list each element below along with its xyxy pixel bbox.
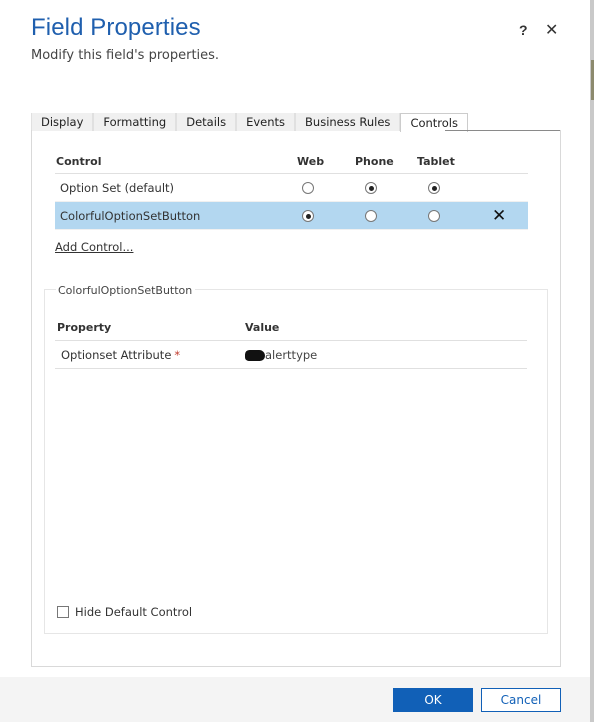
control-name: ColorfulOptionSetButton xyxy=(60,209,201,223)
help-icon[interactable]: ? xyxy=(519,22,528,38)
close-icon[interactable]: ✕ xyxy=(545,20,558,39)
control-name: Option Set (default) xyxy=(60,181,175,195)
header-phone: Phone xyxy=(355,155,394,168)
delete-control-icon[interactable]: ✕ xyxy=(492,206,506,226)
header-tablet: Tablet xyxy=(417,155,455,168)
cancel-button[interactable]: Cancel xyxy=(481,688,561,712)
hide-default-control-checkbox[interactable] xyxy=(57,606,69,618)
hide-default-control-option[interactable]: Hide Default Control xyxy=(57,605,192,619)
ok-button[interactable]: OK xyxy=(393,688,473,712)
property-value[interactable]: alerttype xyxy=(245,348,317,362)
property-value-text: alerttype xyxy=(265,348,318,362)
tablet-radio[interactable] xyxy=(428,210,440,222)
header-property: Property xyxy=(57,321,112,334)
phone-radio[interactable] xyxy=(365,210,377,222)
properties-table-header: Property Value xyxy=(55,316,527,341)
web-radio[interactable] xyxy=(302,210,314,222)
header-value: Value xyxy=(245,321,280,334)
dialog-subtitle: Modify this field's properties. xyxy=(31,48,220,63)
tab-business-rules[interactable]: Business Rules xyxy=(295,113,401,131)
property-name: Optionset Attribute * xyxy=(61,348,180,362)
controls-table: Control Web Phone Tablet Option Set (def… xyxy=(55,150,528,230)
tab-details[interactable]: Details xyxy=(176,113,237,131)
control-row-colorful-option-set-button[interactable]: ColorfulOptionSetButton ✕ xyxy=(55,202,528,230)
window-edge xyxy=(590,0,594,722)
hide-default-control-label: Hide Default Control xyxy=(75,605,193,619)
field-properties-dialog: Field Properties Modify this field's pro… xyxy=(0,0,590,722)
tab-bar: Display Formatting Details Events Busine… xyxy=(31,113,468,132)
header-control: Control xyxy=(56,155,102,168)
web-radio[interactable] xyxy=(302,182,314,194)
properties-table: Property Value Optionset Attribute * aler… xyxy=(55,316,527,369)
control-row-option-set[interactable]: Option Set (default) xyxy=(55,174,528,202)
dialog-title: Field Properties xyxy=(31,14,201,41)
property-row[interactable]: Optionset Attribute * alerttype xyxy=(55,341,527,369)
property-label: Optionset Attribute xyxy=(61,348,172,362)
header-web: Web xyxy=(297,155,325,168)
phone-radio[interactable] xyxy=(365,182,377,194)
required-marker: * xyxy=(174,348,181,362)
tab-formatting[interactable]: Formatting xyxy=(93,113,177,131)
controls-table-header: Control Web Phone Tablet xyxy=(55,150,528,174)
redaction-mark xyxy=(245,349,265,361)
add-control-link[interactable]: Add Control... xyxy=(55,240,133,254)
tablet-radio[interactable] xyxy=(428,182,440,194)
fieldset-legend: ColorfulOptionSetButton xyxy=(56,284,196,297)
tab-events[interactable]: Events xyxy=(236,113,296,131)
tab-display[interactable]: Display xyxy=(31,113,94,131)
